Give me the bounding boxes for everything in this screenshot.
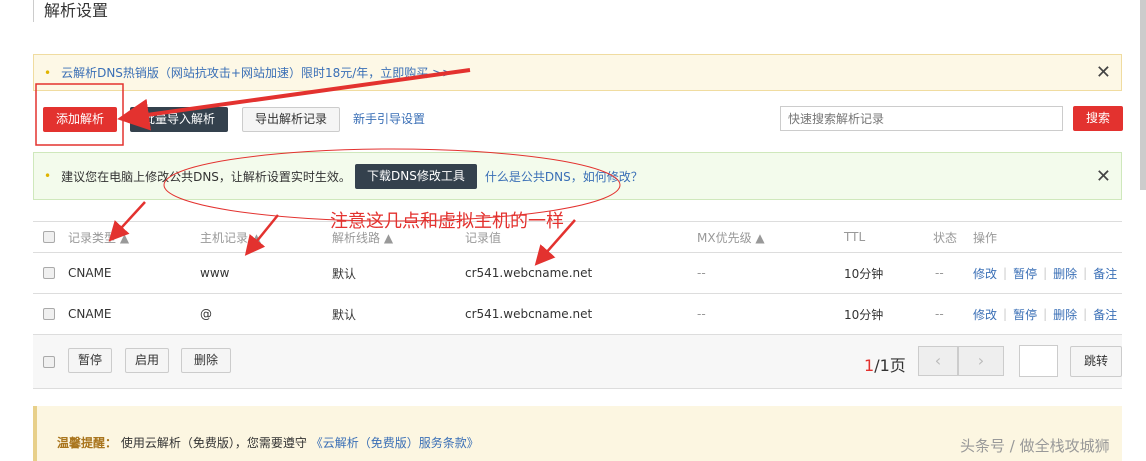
col-host[interactable]: 主机记录 ▲: [200, 222, 261, 252]
add-record-button[interactable]: 添加解析: [43, 107, 117, 132]
col-mx[interactable]: MX优先级 ▲: [697, 222, 765, 252]
row-checkbox[interactable]: [43, 267, 55, 279]
close-icon[interactable]: ✕: [1096, 62, 1111, 83]
tip-text: 建议您在电脑上修改公共DNS，让解析设置实时生效。: [61, 169, 351, 184]
pause-link[interactable]: 暂停: [1013, 306, 1037, 323]
record-type: CNAME: [68, 266, 112, 280]
note-link[interactable]: 备注: [1093, 265, 1117, 282]
bulk-enable-button[interactable]: 启用: [125, 348, 169, 373]
warning-notice: 温馨提醒： 使用云解析（免费版），您需要遵守 《云解析（免费版）服务条款》: [33, 406, 1122, 461]
record-mx: --: [697, 307, 706, 321]
next-page-button[interactable]: ›: [958, 346, 1004, 376]
watermark: 头条号 / 做全栈攻城狮: [960, 437, 1110, 455]
col-ttl: TTL: [844, 230, 866, 244]
promo-link[interactable]: 云解析DNS热销版（网站抗攻击+网站加速）限时18元/年，立即购买 >>: [61, 64, 452, 81]
select-all-checkbox[interactable]: [43, 355, 55, 368]
col-type[interactable]: 记录类型 ▲: [68, 222, 129, 252]
table-row: CNAME @ 默认 cr541.webcname.net -- 10分钟 --…: [33, 294, 1122, 335]
record-ttl: 10分钟: [844, 266, 884, 281]
warning-text: 使用云解析（免费版），您需要遵守: [120, 436, 307, 450]
note-link[interactable]: 备注: [1093, 306, 1117, 323]
export-button[interactable]: 导出解析记录: [242, 107, 340, 132]
bulk-import-button[interactable]: 批量导入解析: [130, 107, 228, 132]
record-value: cr541.webcname.net: [465, 266, 593, 280]
download-tool-button[interactable]: 下载DNS修改工具: [354, 163, 477, 189]
record-mx: --: [697, 266, 706, 280]
select-all-checkbox[interactable]: [43, 231, 55, 243]
record-host: www: [200, 266, 230, 280]
annotation-text: 注意这几点和虚拟主机的一样: [330, 211, 564, 232]
edit-link[interactable]: 修改: [973, 265, 997, 282]
terms-link[interactable]: 《云解析（免费版）服务条款》: [311, 436, 479, 450]
record-value: cr541.webcname.net: [465, 307, 593, 321]
record-ttl: 10分钟: [844, 307, 884, 322]
page-indicator: 1/1页: [864, 356, 906, 375]
record-status: --: [935, 266, 944, 280]
col-status: 状态: [933, 230, 958, 245]
page-title: 解析设置: [33, 0, 108, 22]
dns-tip-alert: • 建议您在电脑上修改公共DNS，让解析设置实时生效。 下载DNS修改工具 什么…: [33, 152, 1122, 200]
scrollbar[interactable]: [1140, 0, 1146, 190]
bullet-icon: •: [44, 169, 52, 183]
delete-link[interactable]: 删除: [1053, 306, 1077, 323]
table-header: 记录类型 ▲ 主机记录 ▲ 解析线路 ▲ 记录值 MX优先级 ▲ TTL 状态 …: [33, 221, 1122, 253]
bulk-delete-button[interactable]: 删除: [181, 348, 231, 373]
jump-button[interactable]: 跳转: [1070, 346, 1122, 377]
table-row: CNAME www 默认 cr541.webcname.net -- 10分钟 …: [33, 253, 1122, 294]
record-host: @: [200, 307, 212, 321]
close-icon[interactable]: ✕: [1096, 166, 1111, 187]
prev-page-button[interactable]: ‹: [918, 346, 958, 376]
col-ops: 操作: [973, 230, 998, 245]
warning-label: 温馨提醒：: [57, 436, 118, 450]
public-dns-link[interactable]: 什么是公共DNS，如何修改？: [485, 168, 643, 185]
bulk-pause-button[interactable]: 暂停: [68, 348, 112, 373]
record-status: --: [935, 307, 944, 321]
record-type: CNAME: [68, 307, 112, 321]
page-jump-input[interactable]: [1019, 345, 1058, 377]
delete-link[interactable]: 删除: [1053, 265, 1077, 282]
guide-link[interactable]: 新手引导设置: [353, 110, 425, 127]
bullet-icon: •: [44, 65, 52, 80]
row-checkbox[interactable]: [43, 308, 55, 320]
record-line: 默认: [332, 266, 357, 281]
record-line: 默认: [332, 307, 357, 322]
edit-link[interactable]: 修改: [973, 306, 997, 323]
search-button[interactable]: 搜索: [1073, 106, 1123, 131]
promo-alert: • 云解析DNS热销版（网站抗攻击+网站加速）限时18元/年，立即购买 >> ✕: [33, 54, 1122, 91]
search-input[interactable]: [780, 106, 1063, 131]
pause-link[interactable]: 暂停: [1013, 265, 1037, 282]
